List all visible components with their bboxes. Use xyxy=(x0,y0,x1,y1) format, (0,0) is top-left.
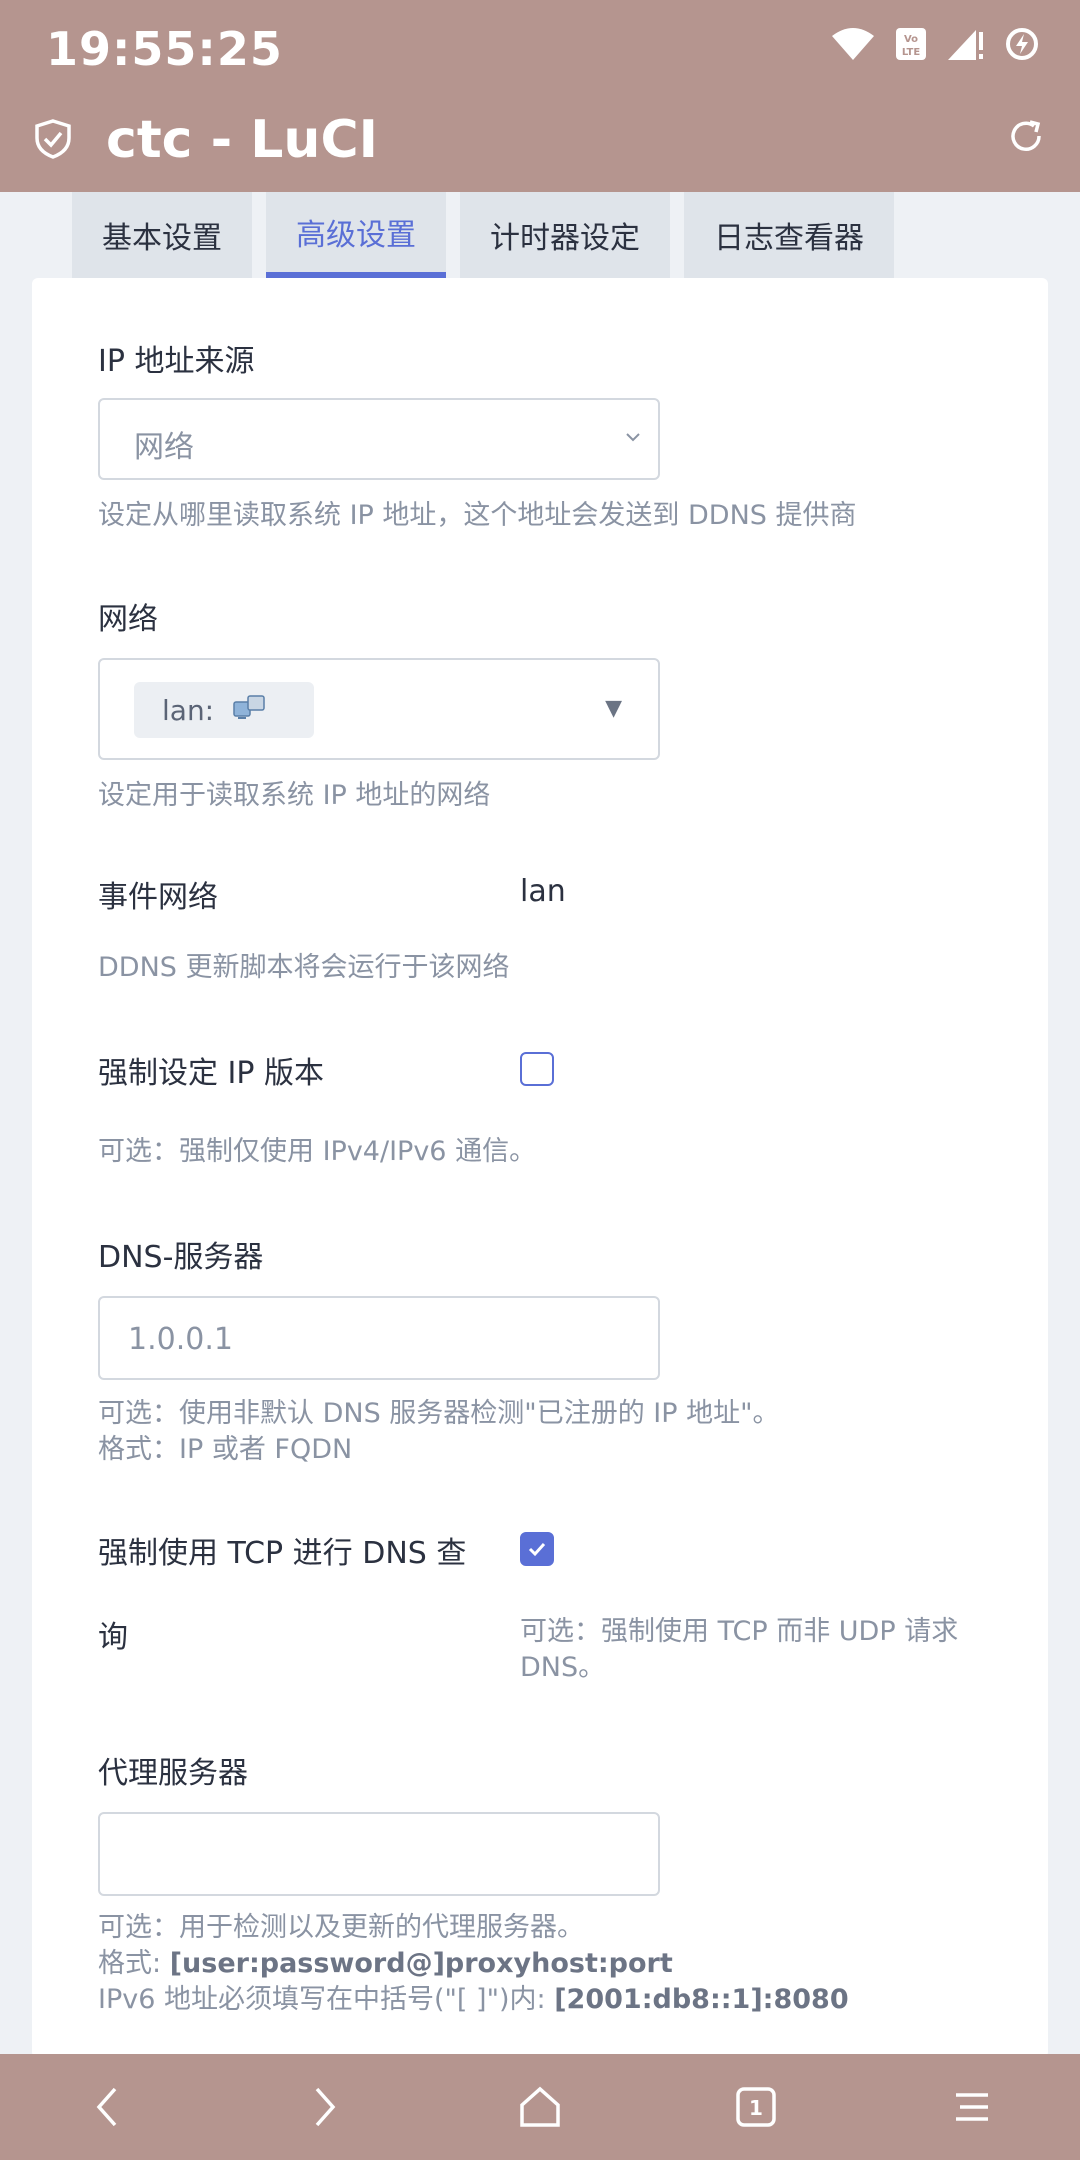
svg-text:LTE: LTE xyxy=(902,47,921,58)
back-icon[interactable] xyxy=(68,2085,148,2129)
force-tcp-label-line1: 强制使用 TCP 进行 DNS 查 xyxy=(98,1536,467,1571)
tab-log-viewer[interactable]: 日志查看器 xyxy=(684,192,894,278)
tab-bar: 基本设置 高级设置 计时器设定 日志查看器 xyxy=(72,192,894,278)
force-tcp-help-line1: 可选：强制使用 TCP 而非 UDP 请求 xyxy=(520,1616,959,1647)
proxy-help-format-value: [user:password@]proxyhost:port xyxy=(169,1948,673,1979)
force-ip-version-help: 可选：强制仅使用 IPv4/IPv6 通信。 xyxy=(98,1136,537,1167)
tabs-count: 1 xyxy=(749,2096,763,2120)
network-interface-icon xyxy=(232,692,268,729)
wifi-icon xyxy=(830,26,876,62)
force-tcp-help-line2: DNS。 xyxy=(520,1652,606,1683)
dns-server-input[interactable]: 1.0.0.1 xyxy=(98,1296,660,1380)
tab-advanced-settings[interactable]: 高级设置 xyxy=(266,192,446,278)
battery-saver-icon xyxy=(1004,26,1040,62)
force-tcp-checkbox[interactable] xyxy=(520,1532,554,1566)
status-time: 19:55:25 xyxy=(46,22,283,76)
app-title: ctc - LuCI xyxy=(106,110,378,170)
dns-server-help-line2: 格式：IP 或者 FQDN xyxy=(98,1434,353,1465)
ip-source-select[interactable]: 网络 xyxy=(98,398,660,480)
tabs-count-icon[interactable]: 1 xyxy=(716,2085,796,2129)
home-icon[interactable] xyxy=(500,2085,580,2129)
volte-icon: Vo LTE xyxy=(894,26,928,62)
network-label: 网络 xyxy=(98,602,158,637)
check-icon xyxy=(528,1542,546,1557)
force-ip-version-label: 强制设定 IP 版本 xyxy=(98,1056,325,1091)
tab-timer-settings[interactable]: 计时器设定 xyxy=(460,192,670,278)
browser-nav-bar: 1 xyxy=(0,2054,1080,2160)
network-chip[interactable]: lan: xyxy=(134,682,314,738)
settings-card: IP 地址来源 网络 设定从哪里读取系统 IP 地址，这个地址会发送到 DDNS… xyxy=(32,278,1048,2058)
top-bar: 19:55:25 Vo LTE ctc - LuCI xyxy=(0,0,1080,192)
event-network-label: 事件网络 xyxy=(98,880,218,915)
proxy-input[interactable] xyxy=(98,1812,660,1896)
proxy-help-ipv6-example: [2001:db8::1]:8080 xyxy=(554,1984,849,2015)
event-network-help: DDNS 更新脚本将会运行于该网络 xyxy=(98,952,510,983)
refresh-icon[interactable] xyxy=(1006,116,1046,160)
ip-source-value: 网络 xyxy=(134,430,194,465)
dns-server-help-line1: 可选：使用非默认 DNS 服务器检测"已注册的 IP 地址"。 xyxy=(98,1398,780,1429)
ip-source-label: IP 地址来源 xyxy=(98,344,255,379)
dns-server-placeholder: 1.0.0.1 xyxy=(128,1322,233,1357)
proxy-label: 代理服务器 xyxy=(98,1756,248,1791)
proxy-help-line1: 可选：用于检测以及更新的代理服务器。 xyxy=(98,1912,584,1943)
network-chip-label: lan: xyxy=(162,693,215,727)
network-help: 设定用于读取系统 IP 地址的网络 xyxy=(98,780,491,811)
status-icons: Vo LTE xyxy=(830,26,1040,62)
force-tcp-label-line2: 询 xyxy=(98,1620,128,1655)
proxy-help-line2: 格式: [user:password@]proxyhost:port xyxy=(98,1946,673,1982)
shield-check-icon xyxy=(34,118,72,164)
proxy-help-format-prefix: 格式: xyxy=(98,1948,170,1979)
force-ip-version-checkbox[interactable] xyxy=(520,1052,554,1086)
proxy-help-line3: IPv6 地址必须填写在中括号("[ ]")内: [2001:db8::1]:8… xyxy=(98,1982,849,2018)
signal-icon xyxy=(946,26,986,62)
chevron-down-icon xyxy=(622,426,644,452)
tab-basic-settings[interactable]: 基本设置 xyxy=(72,192,252,278)
svg-text:Vo: Vo xyxy=(904,34,918,45)
ip-source-help: 设定从哪里读取系统 IP 地址，这个地址会发送到 DDNS 提供商 xyxy=(98,500,857,531)
proxy-help-ipv6-prefix: IPv6 地址必须填写在中括号("[ ]")内: xyxy=(98,1984,555,2015)
forward-icon[interactable] xyxy=(284,2085,364,2129)
dropdown-triangle-icon: ▼ xyxy=(605,696,622,721)
menu-icon[interactable] xyxy=(932,2085,1012,2129)
event-network-value: lan xyxy=(520,874,566,909)
network-select[interactable]: lan: ▼ xyxy=(98,658,660,760)
dns-server-label: DNS-服务器 xyxy=(98,1240,264,1275)
